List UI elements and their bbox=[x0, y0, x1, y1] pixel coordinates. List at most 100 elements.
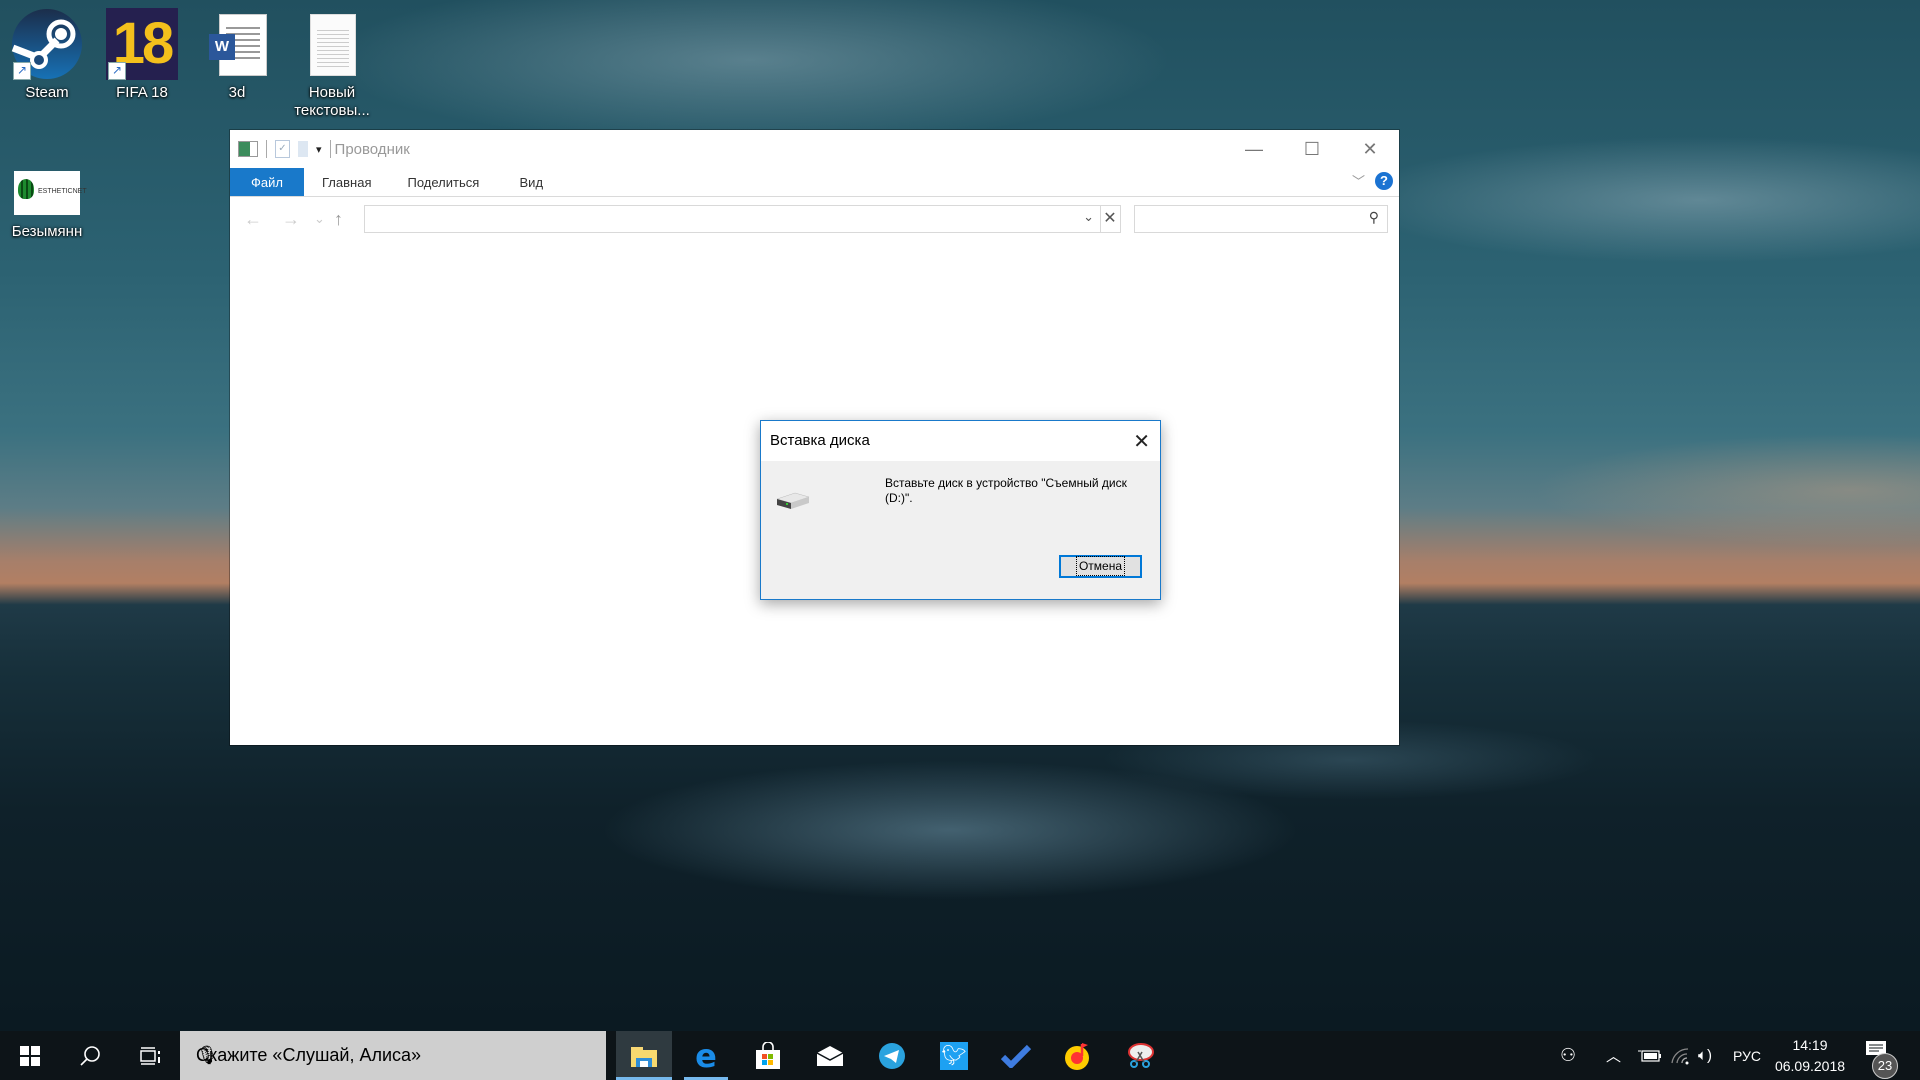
mail-icon bbox=[816, 1045, 844, 1066]
windows-logo-icon bbox=[20, 1045, 40, 1066]
desktop-icon-label: Новый текстовы... bbox=[294, 84, 370, 119]
tab-view[interactable]: Вид bbox=[497, 168, 565, 196]
dialog-message: Вставьте диск в устройство "Съемный диск… bbox=[885, 476, 1127, 505]
ribbon-tabs: Файл Главная Поделиться Вид ﹀ ? bbox=[230, 168, 1399, 197]
customize-toolbar-dropdown-icon[interactable]: ▾ bbox=[316, 143, 322, 156]
input-language-button[interactable]: РУС bbox=[1733, 1031, 1761, 1080]
clock-time: 14:19 bbox=[1792, 1037, 1828, 1053]
taskbar-app-telegram[interactable] bbox=[864, 1031, 920, 1080]
fifa18-icon: 18 ↗ bbox=[106, 8, 178, 80]
battery-button[interactable] bbox=[1638, 1031, 1662, 1080]
store-icon bbox=[756, 1041, 780, 1069]
shortcut-arrow-icon: ↗ bbox=[108, 62, 126, 80]
search-icon bbox=[80, 1045, 100, 1066]
quick-access-toolbar: ✓ ▾ bbox=[230, 140, 331, 158]
minimize-button[interactable]: — bbox=[1225, 130, 1283, 168]
clock-date: 06.09.2018 bbox=[1774, 1058, 1846, 1074]
toolbar-separator bbox=[266, 140, 267, 158]
search-input[interactable]: ⚲ bbox=[1134, 205, 1388, 233]
help-icon[interactable]: ? bbox=[1375, 171, 1393, 190]
new-folder-icon[interactable] bbox=[298, 141, 308, 157]
edge-icon: e bbox=[695, 1036, 717, 1075]
balloon-logo bbox=[18, 179, 34, 199]
shortcut-arrow-icon: ↗ bbox=[13, 62, 31, 80]
show-hidden-icons-button[interactable]: ︿ bbox=[1606, 1031, 1621, 1080]
insert-disk-dialog: Вставка диска ✕ Вставьте диск в устройст… bbox=[760, 420, 1161, 600]
search-icon: ⚲ bbox=[1368, 209, 1379, 225]
taskbar-app-edge[interactable]: e bbox=[678, 1031, 734, 1080]
cancel-button[interactable]: Отмена bbox=[1059, 555, 1142, 578]
start-button[interactable] bbox=[0, 1031, 60, 1080]
language-indicator: РУС bbox=[1733, 1047, 1762, 1064]
removable-drive-icon bbox=[775, 491, 811, 516]
image-file-icon: ESTHETICNET bbox=[14, 171, 87, 215]
desktop-icon-label: FIFA 18 bbox=[116, 84, 168, 101]
snipping-tool-icon bbox=[1128, 1042, 1154, 1068]
people-icon: ⚇ bbox=[1560, 1045, 1577, 1065]
telegram-icon bbox=[879, 1042, 905, 1069]
dialog-title: Вставка диска bbox=[770, 432, 870, 449]
task-view-icon bbox=[140, 1046, 160, 1065]
taskbar-app-yandex-music[interactable] bbox=[1050, 1031, 1106, 1080]
document-page bbox=[310, 14, 356, 76]
people-button[interactable]: ⚇ bbox=[1560, 1031, 1576, 1080]
maximize-button[interactable]: ☐ bbox=[1283, 130, 1341, 168]
navigation-bar: ← → ⌄ ↑ ⌄ ✕ ⚲ bbox=[230, 197, 1399, 241]
desktop-icon-fifa18[interactable]: 18 ↗ FIFA 18 bbox=[97, 2, 187, 102]
volume-button[interactable]: 🔈︎) bbox=[1698, 1031, 1712, 1080]
word-document-icon: W bbox=[201, 8, 273, 80]
desktop-icon-3d-document[interactable]: W 3d bbox=[192, 2, 282, 102]
desktop-icon-label: Steam bbox=[25, 84, 69, 101]
todo-icon bbox=[1001, 1044, 1031, 1068]
search-button[interactable] bbox=[60, 1031, 120, 1080]
notification-count-badge: 23 bbox=[1872, 1053, 1898, 1079]
tab-home[interactable]: Главная bbox=[304, 168, 389, 196]
text-document-icon bbox=[296, 8, 368, 80]
taskbar-app-store[interactable] bbox=[740, 1031, 796, 1080]
steam-icon: ↗ bbox=[11, 8, 83, 80]
close-button[interactable]: ✕ bbox=[1341, 130, 1399, 168]
title-bar[interactable]: ✓ ▾ Проводник — ☐ ✕ bbox=[230, 130, 1399, 168]
address-bar[interactable]: ⌄ bbox=[364, 205, 1101, 233]
clock-button[interactable]: 14:19 06.09.2018 bbox=[1770, 1035, 1850, 1077]
back-button[interactable]: ← bbox=[244, 209, 262, 230]
logo-text: ESTHETICNET bbox=[38, 188, 87, 195]
file-explorer-icon bbox=[631, 1046, 657, 1067]
clear-address-button[interactable]: ✕ bbox=[1100, 205, 1121, 233]
task-view-button[interactable] bbox=[120, 1031, 180, 1080]
taskbar-app-twitter[interactable]: 🐦︎ bbox=[926, 1031, 982, 1080]
tab-share[interactable]: Поделиться bbox=[389, 168, 497, 196]
cortana-search-box[interactable]: Скажите «Слушай, Алиса» 🎙︎ bbox=[180, 1031, 606, 1080]
twitter-icon: 🐦︎ bbox=[940, 1041, 968, 1070]
word-badge: W bbox=[209, 34, 235, 60]
taskbar-app-snipping-tool[interactable] bbox=[1112, 1031, 1168, 1080]
chevron-up-icon: ︿ bbox=[1606, 1048, 1622, 1065]
microphone-icon[interactable]: 🎙︎ bbox=[196, 1045, 592, 1066]
forward-button[interactable]: → bbox=[282, 209, 300, 230]
explorer-app-icon[interactable] bbox=[238, 141, 258, 157]
cancel-button-label: Отмена bbox=[1075, 556, 1126, 576]
dialog-title-bar[interactable]: Вставка диска ✕ bbox=[761, 421, 1160, 461]
taskbar-app-file-explorer[interactable] bbox=[616, 1031, 672, 1080]
window-title: Проводник bbox=[334, 140, 410, 158]
properties-icon[interactable]: ✓ bbox=[275, 140, 290, 158]
desktop-icon-new-text-document[interactable]: Новый текстовы... bbox=[286, 2, 378, 120]
address-dropdown-chevron-icon[interactable]: ⌄ bbox=[1083, 209, 1094, 225]
up-button[interactable]: ↑ bbox=[334, 209, 343, 230]
desktop-icon-steam[interactable]: ↗ Steam bbox=[2, 2, 92, 102]
taskbar-app-mail[interactable] bbox=[802, 1031, 858, 1080]
desktop-icon-label: 3d bbox=[228, 84, 246, 101]
taskbar-app-todo[interactable] bbox=[988, 1031, 1044, 1080]
desktop-icon-label: Безымянн bbox=[11, 223, 83, 240]
dialog-close-button[interactable]: ✕ bbox=[1133, 429, 1150, 454]
desktop-icon-unnamed-image[interactable]: ESTHETICNET Безымянн bbox=[2, 164, 92, 241]
recent-locations-button[interactable]: ⌄ bbox=[314, 211, 325, 227]
tab-file[interactable]: Файл bbox=[230, 168, 304, 196]
expand-ribbon-chevron-icon[interactable]: ﹀ bbox=[1352, 171, 1365, 190]
taskbar: Скажите «Слушай, Алиса» 🎙︎ e 🐦︎ ⚇ ︿ 🔈︎) … bbox=[0, 1031, 1920, 1080]
battery-icon bbox=[1638, 1049, 1661, 1062]
network-button[interactable] bbox=[1670, 1031, 1692, 1080]
toolbar-separator bbox=[329, 140, 331, 158]
yandex-music-icon bbox=[1065, 1042, 1089, 1070]
wifi-icon bbox=[1671, 1047, 1689, 1064]
